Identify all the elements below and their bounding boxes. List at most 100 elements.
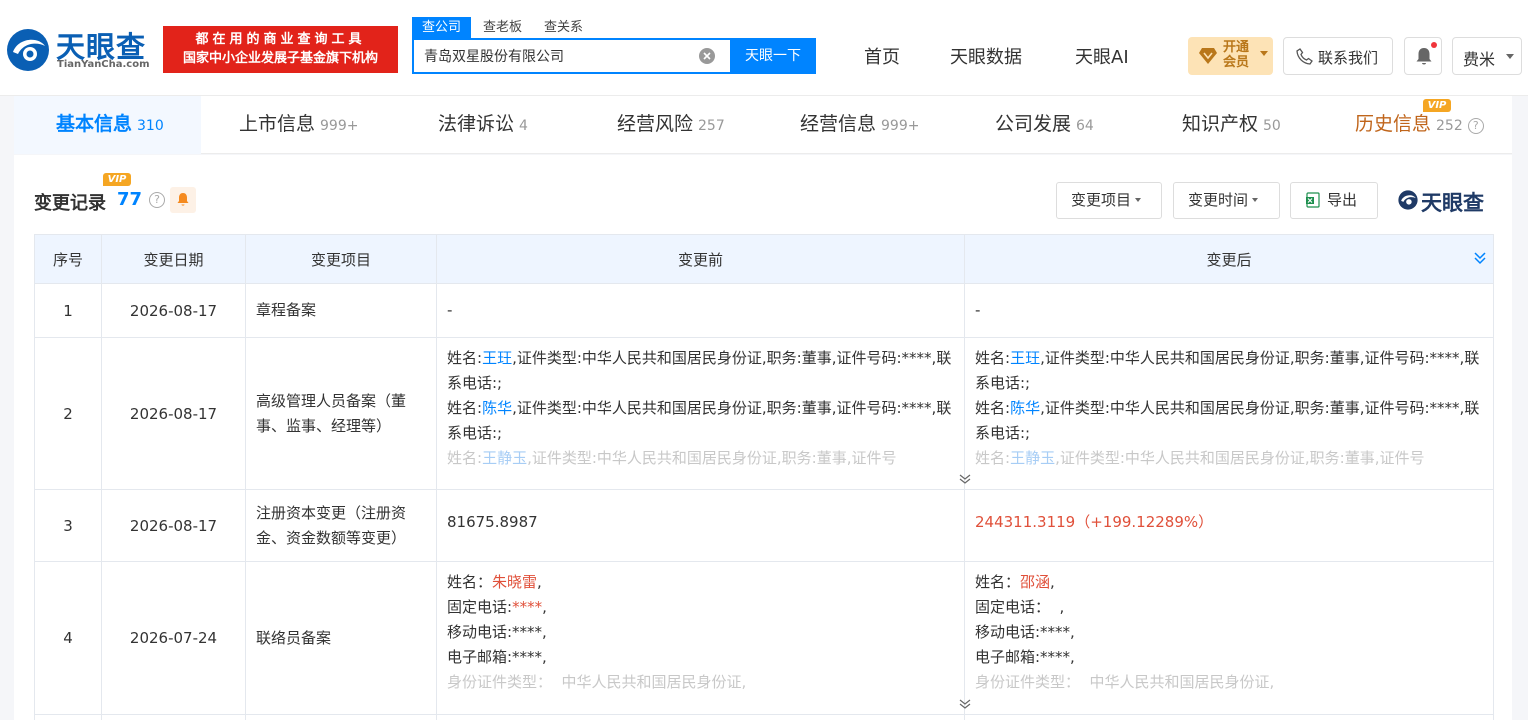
tianyancha-logo-icon xyxy=(1398,190,1418,210)
change-records-panel: 变更记录 VIP 77 ? 变更项目 变更时间 导出 天眼查 序号 变更日期 变… xyxy=(14,155,1512,720)
cell-no: 4 xyxy=(34,561,102,715)
cell-item: 注册资本变更（注册资金、资金数额等变更） xyxy=(245,489,437,562)
cell-after: - xyxy=(964,283,1494,338)
unread-dot xyxy=(1431,42,1437,48)
cell-date: 2026-08-17 xyxy=(101,283,246,338)
clear-icon[interactable] xyxy=(698,47,716,65)
tab-business-risk[interactable]: 经营风险 257 xyxy=(617,96,725,154)
person-link[interactable]: 陈华 xyxy=(1010,399,1040,417)
search-box xyxy=(412,38,730,74)
person-entry: 姓名:王静玉,证件类型:中华人民共和国居民身份证,职务:董事,证件号 xyxy=(975,449,1425,467)
cell-no: 3 xyxy=(34,489,102,562)
person-name: 朱晓雷 xyxy=(492,573,538,591)
cell-before: 姓名:王玨,证件类型:中华人民共和国居民身份证,职务:董事,证件号码:****,… xyxy=(436,337,971,490)
excel-icon xyxy=(1306,192,1320,208)
tab-basic-info[interactable]: 基本信息 310 xyxy=(14,96,201,154)
chevron-down-icon xyxy=(1135,198,1142,202)
person-link[interactable]: 王玨 xyxy=(1010,349,1040,367)
cell-date: 2026-08-17 xyxy=(101,337,246,490)
cell-before: 姓名：朱晓雷, 固定电话:****, 移动电话:****, 电子邮箱:****,… xyxy=(436,561,971,715)
watermark-logo: 天眼查 xyxy=(1397,187,1497,215)
promo-banner[interactable]: 都在用的商业查询工具 国家中小企业发展子基金旗下机构 xyxy=(163,26,398,73)
col-header-item: 变更项目 xyxy=(245,234,437,284)
person-entry: 姓名:王玨,证件类型:中华人民共和国居民身份证,职务:董事,证件号码:****,… xyxy=(447,349,952,392)
help-icon[interactable]: ? xyxy=(149,192,165,208)
person-link[interactable]: 王静玉 xyxy=(482,449,527,467)
table-row xyxy=(34,714,1494,720)
diamond-icon xyxy=(1199,48,1217,64)
cell-item: 章程备案 xyxy=(245,283,437,338)
table-row: 1 2026-08-17 章程备案 - - xyxy=(34,283,1494,338)
contact-label: 联系我们 xyxy=(1318,49,1379,67)
notifications-button[interactable] xyxy=(1404,37,1442,75)
logo-domain: TianYanCha.com xyxy=(57,59,150,70)
user-name: 费米 xyxy=(1463,50,1496,69)
record-count: 77 xyxy=(117,189,143,210)
person-entry: 姓名:王玨,证件类型:中华人民共和国居民身份证,职务:董事,证件号码:****,… xyxy=(975,349,1480,392)
search-tab-relation[interactable]: 查关系 xyxy=(544,17,583,38)
banner-line-1: 都在用的商业查询工具 xyxy=(195,32,366,47)
search-tab-boss[interactable]: 查老板 xyxy=(483,17,522,38)
search-type-tabs: 查公司 查老板 查关系 xyxy=(412,17,605,38)
open-vip-button[interactable]: 开通 会员 xyxy=(1188,37,1273,75)
filter-change-item[interactable]: 变更项目 xyxy=(1056,182,1162,219)
tianyancha-logo-icon xyxy=(7,29,49,71)
user-menu-button[interactable]: 费米 xyxy=(1452,37,1522,75)
search-input[interactable] xyxy=(424,48,694,64)
vip-badge: VIP xyxy=(103,173,131,186)
bell-icon xyxy=(177,193,189,206)
person-entry: 姓名:陈华,证件类型:中华人民共和国居民身份证,职务:董事,证件号码:****,… xyxy=(447,399,952,442)
tab-listing-info[interactable]: 上市信息 999+ xyxy=(239,96,358,154)
cell-date: 2026-08-17 xyxy=(101,489,246,562)
col-header-before: 变更前 xyxy=(436,234,965,284)
cell-before: - xyxy=(436,283,965,338)
cell-date: 2026-07-24 xyxy=(101,561,246,715)
person-link[interactable]: 王静玉 xyxy=(1010,449,1055,467)
col-header-after: 变更后 xyxy=(964,234,1494,284)
nav-home[interactable]: 首页 xyxy=(864,43,900,69)
person-link[interactable]: 陈华 xyxy=(482,399,512,417)
tab-intellectual-property[interactable]: 知识产权 50 xyxy=(1182,96,1281,154)
phone-icon xyxy=(1296,48,1313,65)
export-button[interactable]: 导出 xyxy=(1290,182,1378,219)
chevron-down-icon xyxy=(1260,51,1268,56)
col-header-no: 序号 xyxy=(34,234,102,284)
vip-button-label: 开通 会员 xyxy=(1223,40,1250,70)
cell-before: 81675.8987 xyxy=(436,489,965,562)
col-header-date: 变更日期 xyxy=(101,234,246,284)
nav-data[interactable]: 天眼数据 xyxy=(950,43,1022,69)
nav-ai[interactable]: 天眼AI xyxy=(1075,43,1129,69)
masked-phone: **** xyxy=(512,598,543,616)
tab-litigation[interactable]: 法律诉讼 4 xyxy=(438,96,528,154)
main-tabs: 基本信息 310 上市信息 999+ 法律诉讼 4 经营风险 257 经营信息 999+ … xyxy=(14,96,1512,154)
cell-item: 联络员备案 xyxy=(245,561,437,715)
person-entry: 姓名:陈华,证件类型:中华人民共和国居民身份证,职务:董事,证件号码:****,… xyxy=(975,399,1480,442)
person-entry: 姓名:王静玉,证件类型:中华人民共和国居民身份证,职务:董事,证件号 xyxy=(447,449,897,467)
person-name: 邵涵 xyxy=(1020,573,1051,591)
person-link[interactable]: 王玨 xyxy=(482,349,512,367)
table-row: 3 2026-08-17 注册资本变更（注册资金、资金数额等变更） 81675.… xyxy=(34,489,1494,562)
search-tab-company[interactable]: 查公司 xyxy=(412,17,472,38)
filter-change-time[interactable]: 变更时间 xyxy=(1173,182,1280,219)
top-header: 天眼查 TianYanCha.com 都在用的商业查询工具 国家中小企业发展子基… xyxy=(0,0,1528,96)
tab-company-development[interactable]: 公司发展 64 xyxy=(995,96,1094,154)
monitor-button[interactable] xyxy=(170,187,196,213)
contact-us-button[interactable]: 联系我们 xyxy=(1283,37,1393,75)
chevron-down-icon xyxy=(1506,54,1514,59)
tab-operation-info[interactable]: 经营信息 999+ xyxy=(800,96,919,154)
search-button[interactable]: 天眼一下 xyxy=(730,38,816,74)
cell-after: 姓名:王玨,证件类型:中华人民共和国居民身份证,职务:董事,证件号码:****,… xyxy=(964,337,1494,490)
cell-no: 1 xyxy=(34,283,102,338)
banner-line-2: 国家中小企业发展子基金旗下机构 xyxy=(182,51,378,66)
vip-badge: VIP xyxy=(1423,99,1451,112)
double-chevron-down-icon[interactable] xyxy=(1473,251,1487,265)
help-icon[interactable]: ? xyxy=(1467,118,1484,134)
section-title: 变更记录 xyxy=(34,193,106,214)
bell-icon xyxy=(1416,48,1432,65)
change-records-table: 序号 变更日期 变更项目 变更前 变更后 1 2026-08-17 章程备案 -… xyxy=(34,234,1494,720)
chevron-down-icon xyxy=(1252,198,1259,202)
table-header-row: 序号 变更日期 变更项目 变更前 变更后 xyxy=(34,234,1494,284)
tianyancha-logo[interactable]: 天眼查 TianYanCha.com xyxy=(4,24,156,76)
tab-history-info[interactable]: 历史信息 252? xyxy=(1355,96,1484,154)
cell-after: 244311.3119（+199.12289%） xyxy=(964,489,1494,562)
